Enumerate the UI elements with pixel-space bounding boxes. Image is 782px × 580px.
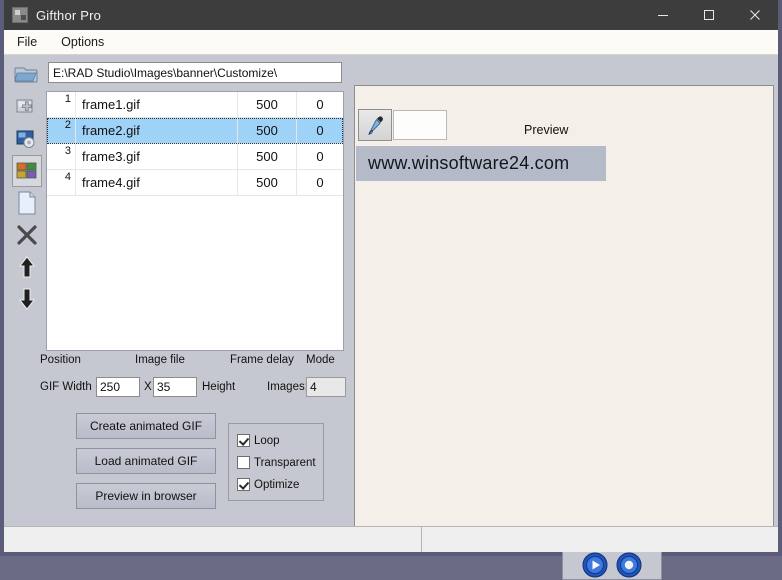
play-circle-icon[interactable] (581, 551, 609, 579)
open-folder-icon[interactable] (14, 63, 40, 85)
x-separator-label: X (144, 381, 152, 393)
path-input[interactable] (48, 62, 342, 83)
color-swatch[interactable] (393, 110, 447, 140)
checkbox-transparent[interactable]: Transparent (237, 456, 316, 469)
row-mode: 0 (296, 144, 343, 169)
images-count-input (306, 377, 346, 397)
delete-x-icon[interactable] (12, 219, 42, 251)
menu-item-options[interactable]: Options (50, 32, 115, 52)
table-row[interactable]: 1 frame1.gif 500 0 (47, 92, 343, 118)
path-row (12, 61, 344, 87)
row-file: frame1.gif (75, 92, 237, 117)
minimize-button[interactable] (640, 0, 686, 30)
frame-list[interactable]: 1 frame1.gif 500 0 2 frame2.gif 500 0 3 … (46, 91, 344, 351)
load-animated-gif-button[interactable]: Load animated GIF (76, 448, 216, 474)
table-row[interactable]: 3 frame3.gif 500 0 (47, 144, 343, 170)
move-up-arrow-icon[interactable] (12, 251, 42, 283)
height-label: Height (202, 381, 236, 393)
row-position: 3 (64, 145, 71, 157)
checkbox-optimize-box[interactable] (237, 478, 250, 491)
checkbox-loop-box[interactable] (237, 434, 250, 447)
window-controls (640, 0, 778, 30)
checkbox-loop[interactable]: Loop (237, 434, 280, 447)
stop-circle-icon[interactable] (615, 551, 643, 579)
status-panel-1 (4, 527, 422, 552)
row-delay: 500 (237, 92, 296, 117)
create-animated-gif-button[interactable]: Create animated GIF (76, 413, 216, 439)
options-group: Loop Transparent Optimize (228, 423, 324, 501)
close-button[interactable] (732, 0, 778, 30)
row-delay: 500 (237, 118, 296, 143)
status-bar (4, 526, 778, 552)
window-title: Gifthor Pro (36, 7, 102, 23)
status-panel-2 (422, 527, 778, 552)
gif-height-input[interactable] (153, 377, 197, 397)
checkbox-loop-label: Loop (254, 434, 280, 447)
size-row: GIF Width X Height Images: (40, 377, 350, 399)
row-mode: 0 (296, 118, 343, 143)
row-file: frame2.gif (75, 118, 237, 143)
column-label-mode: Mode (306, 354, 335, 366)
images-count-label: Images: (267, 381, 308, 393)
row-mode: 0 (296, 92, 343, 117)
menu-item-file[interactable]: File (6, 32, 48, 52)
column-label-position: Position (40, 354, 81, 366)
move-down-arrow-icon[interactable] (12, 283, 42, 315)
column-label-image-file: Image file (135, 354, 185, 366)
preview-label: Preview (524, 123, 569, 137)
new-page-icon[interactable] (12, 187, 42, 219)
gif-width-input[interactable] (96, 377, 140, 397)
title-bar: Gifthor Pro (4, 0, 778, 30)
column-labels: Position Image file Frame delay Mode (40, 354, 350, 370)
eyedropper-icon[interactable] (358, 109, 392, 141)
row-file: frame3.gif (75, 144, 237, 169)
preview-banner: www.winsoftware24.com (356, 146, 606, 181)
table-row[interactable]: 2 frame2.gif 500 0 (47, 118, 343, 144)
playback-bar (562, 550, 662, 580)
image-effects-icon[interactable] (12, 123, 42, 155)
menu-bar: File Options (4, 30, 778, 55)
preview-in-browser-button[interactable]: Preview in browser (76, 483, 216, 509)
add-image-icon[interactable] (12, 91, 42, 123)
row-mode: 0 (296, 170, 343, 195)
row-file: frame4.gif (75, 170, 237, 195)
row-delay: 500 (237, 144, 296, 169)
column-label-frame-delay: Frame delay (230, 354, 294, 366)
checkbox-transparent-label: Transparent (254, 456, 316, 469)
left-toolbar (12, 91, 42, 353)
row-position: 2 (64, 119, 71, 131)
table-row[interactable]: 4 frame4.gif 500 0 (47, 170, 343, 196)
row-position: 4 (64, 171, 71, 183)
checkbox-optimize[interactable]: Optimize (237, 478, 299, 491)
gif-width-label: GIF Width (40, 381, 92, 393)
client-area: 1 frame1.gif 500 0 2 frame2.gif 500 0 3 … (4, 55, 778, 580)
row-position: 1 (64, 93, 71, 105)
checkbox-optimize-label: Optimize (254, 478, 300, 491)
checkbox-transparent-box[interactable] (237, 456, 250, 469)
app-icon (12, 7, 28, 23)
thumbnails-grid-icon[interactable] (12, 155, 42, 187)
maximize-button[interactable] (686, 0, 732, 30)
application-window: Gifthor Pro File Options E:\RAD Studio\I… (0, 0, 782, 580)
row-delay: 500 (237, 170, 296, 195)
